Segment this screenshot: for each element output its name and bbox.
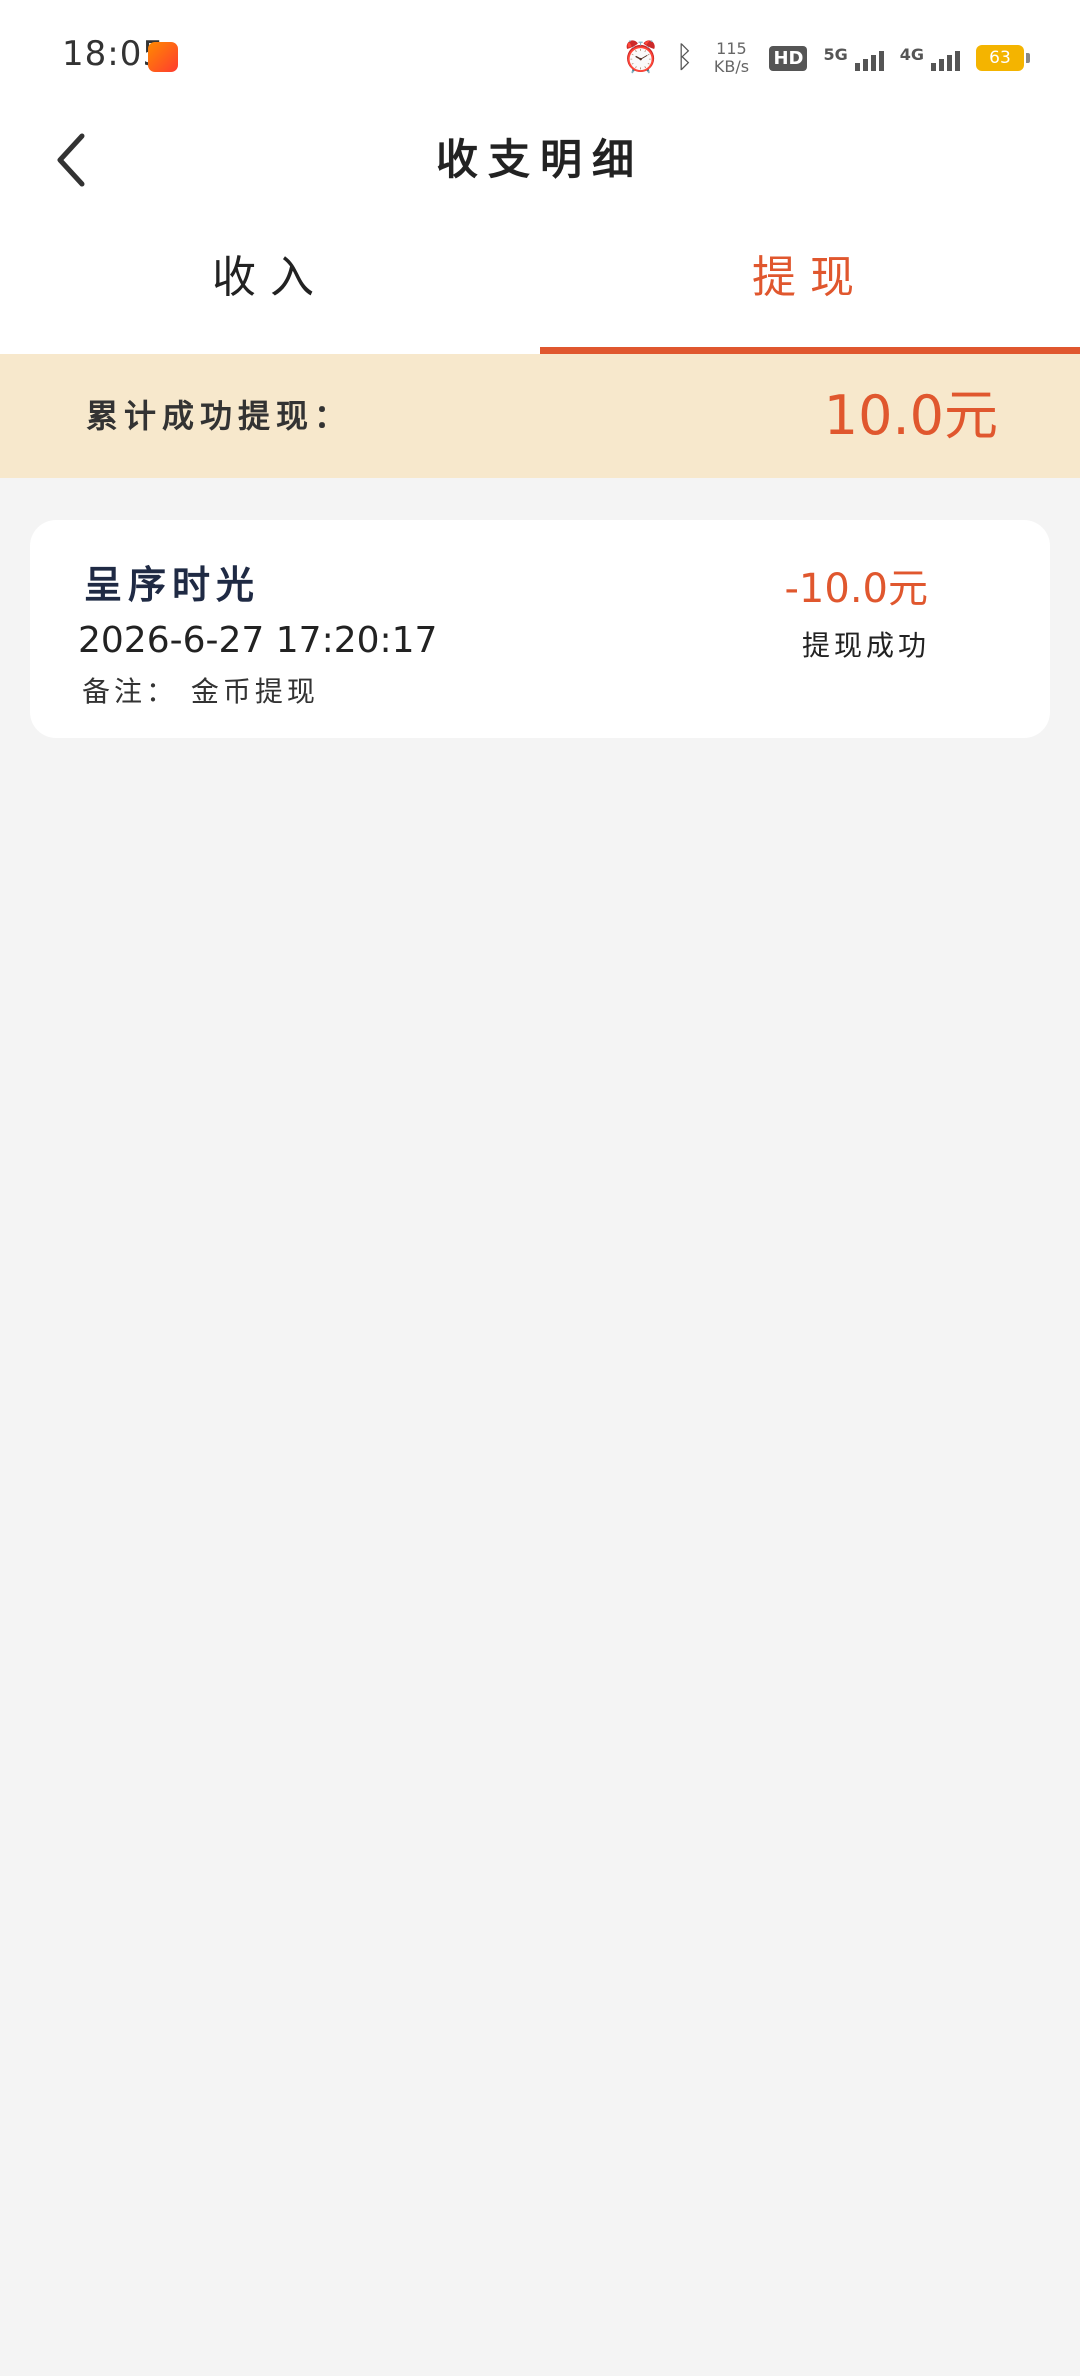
bluetooth-icon: ᛒ [675, 40, 694, 75]
battery-icon: 63 [976, 45, 1030, 71]
signal-4g-label: 4G [899, 45, 924, 64]
record-datetime: 2026-6-27 17:20:17 [78, 620, 438, 661]
signal-5g-label: 5G [823, 45, 848, 64]
record-name: 呈序时光 [84, 563, 261, 607]
hd-voice-icon: HD [769, 45, 808, 71]
record-note: 备注： 金币提现 [82, 675, 319, 708]
signal-5g-icon: 5G [823, 45, 884, 71]
app-notification-icon [148, 42, 178, 72]
total-withdraw-label: 累计成功提现： [86, 397, 353, 435]
total-withdraw-banner: 累计成功提现： 10.0元 [0, 354, 1080, 478]
total-withdraw-value: 10.0元 [823, 384, 998, 447]
tab-income[interactable]: 收入 [0, 220, 540, 354]
signal-4g-icon: 4G [900, 45, 960, 71]
status-bar: 18:05 ⏰ ᛒ 115 KB/s HD 5G 4G 63 [0, 0, 1080, 110]
record-amount: -10.0元 [784, 566, 929, 612]
alarm-icon: ⏰ [622, 40, 660, 75]
network-speed-unit: KB/s [713, 57, 750, 76]
network-speed: 115 KB/s [709, 40, 753, 76]
record-status: 提现成功 [801, 629, 930, 662]
tab-withdraw[interactable]: 提现 [540, 220, 1080, 354]
header-bar: 收支明细 [0, 110, 1080, 220]
network-speed-value: 115 [716, 39, 747, 58]
page-title: 收支明细 [435, 135, 644, 184]
status-icons: ⏰ ᛒ 115 KB/s HD 5G 4G 63 [622, 38, 1030, 78]
tab-bar: 收入 提现 [0, 220, 1080, 354]
withdraw-record-card[interactable]: 呈序时光 2026-6-27 17:20:17 备注： 金币提现 -10.0元 … [30, 520, 1050, 738]
